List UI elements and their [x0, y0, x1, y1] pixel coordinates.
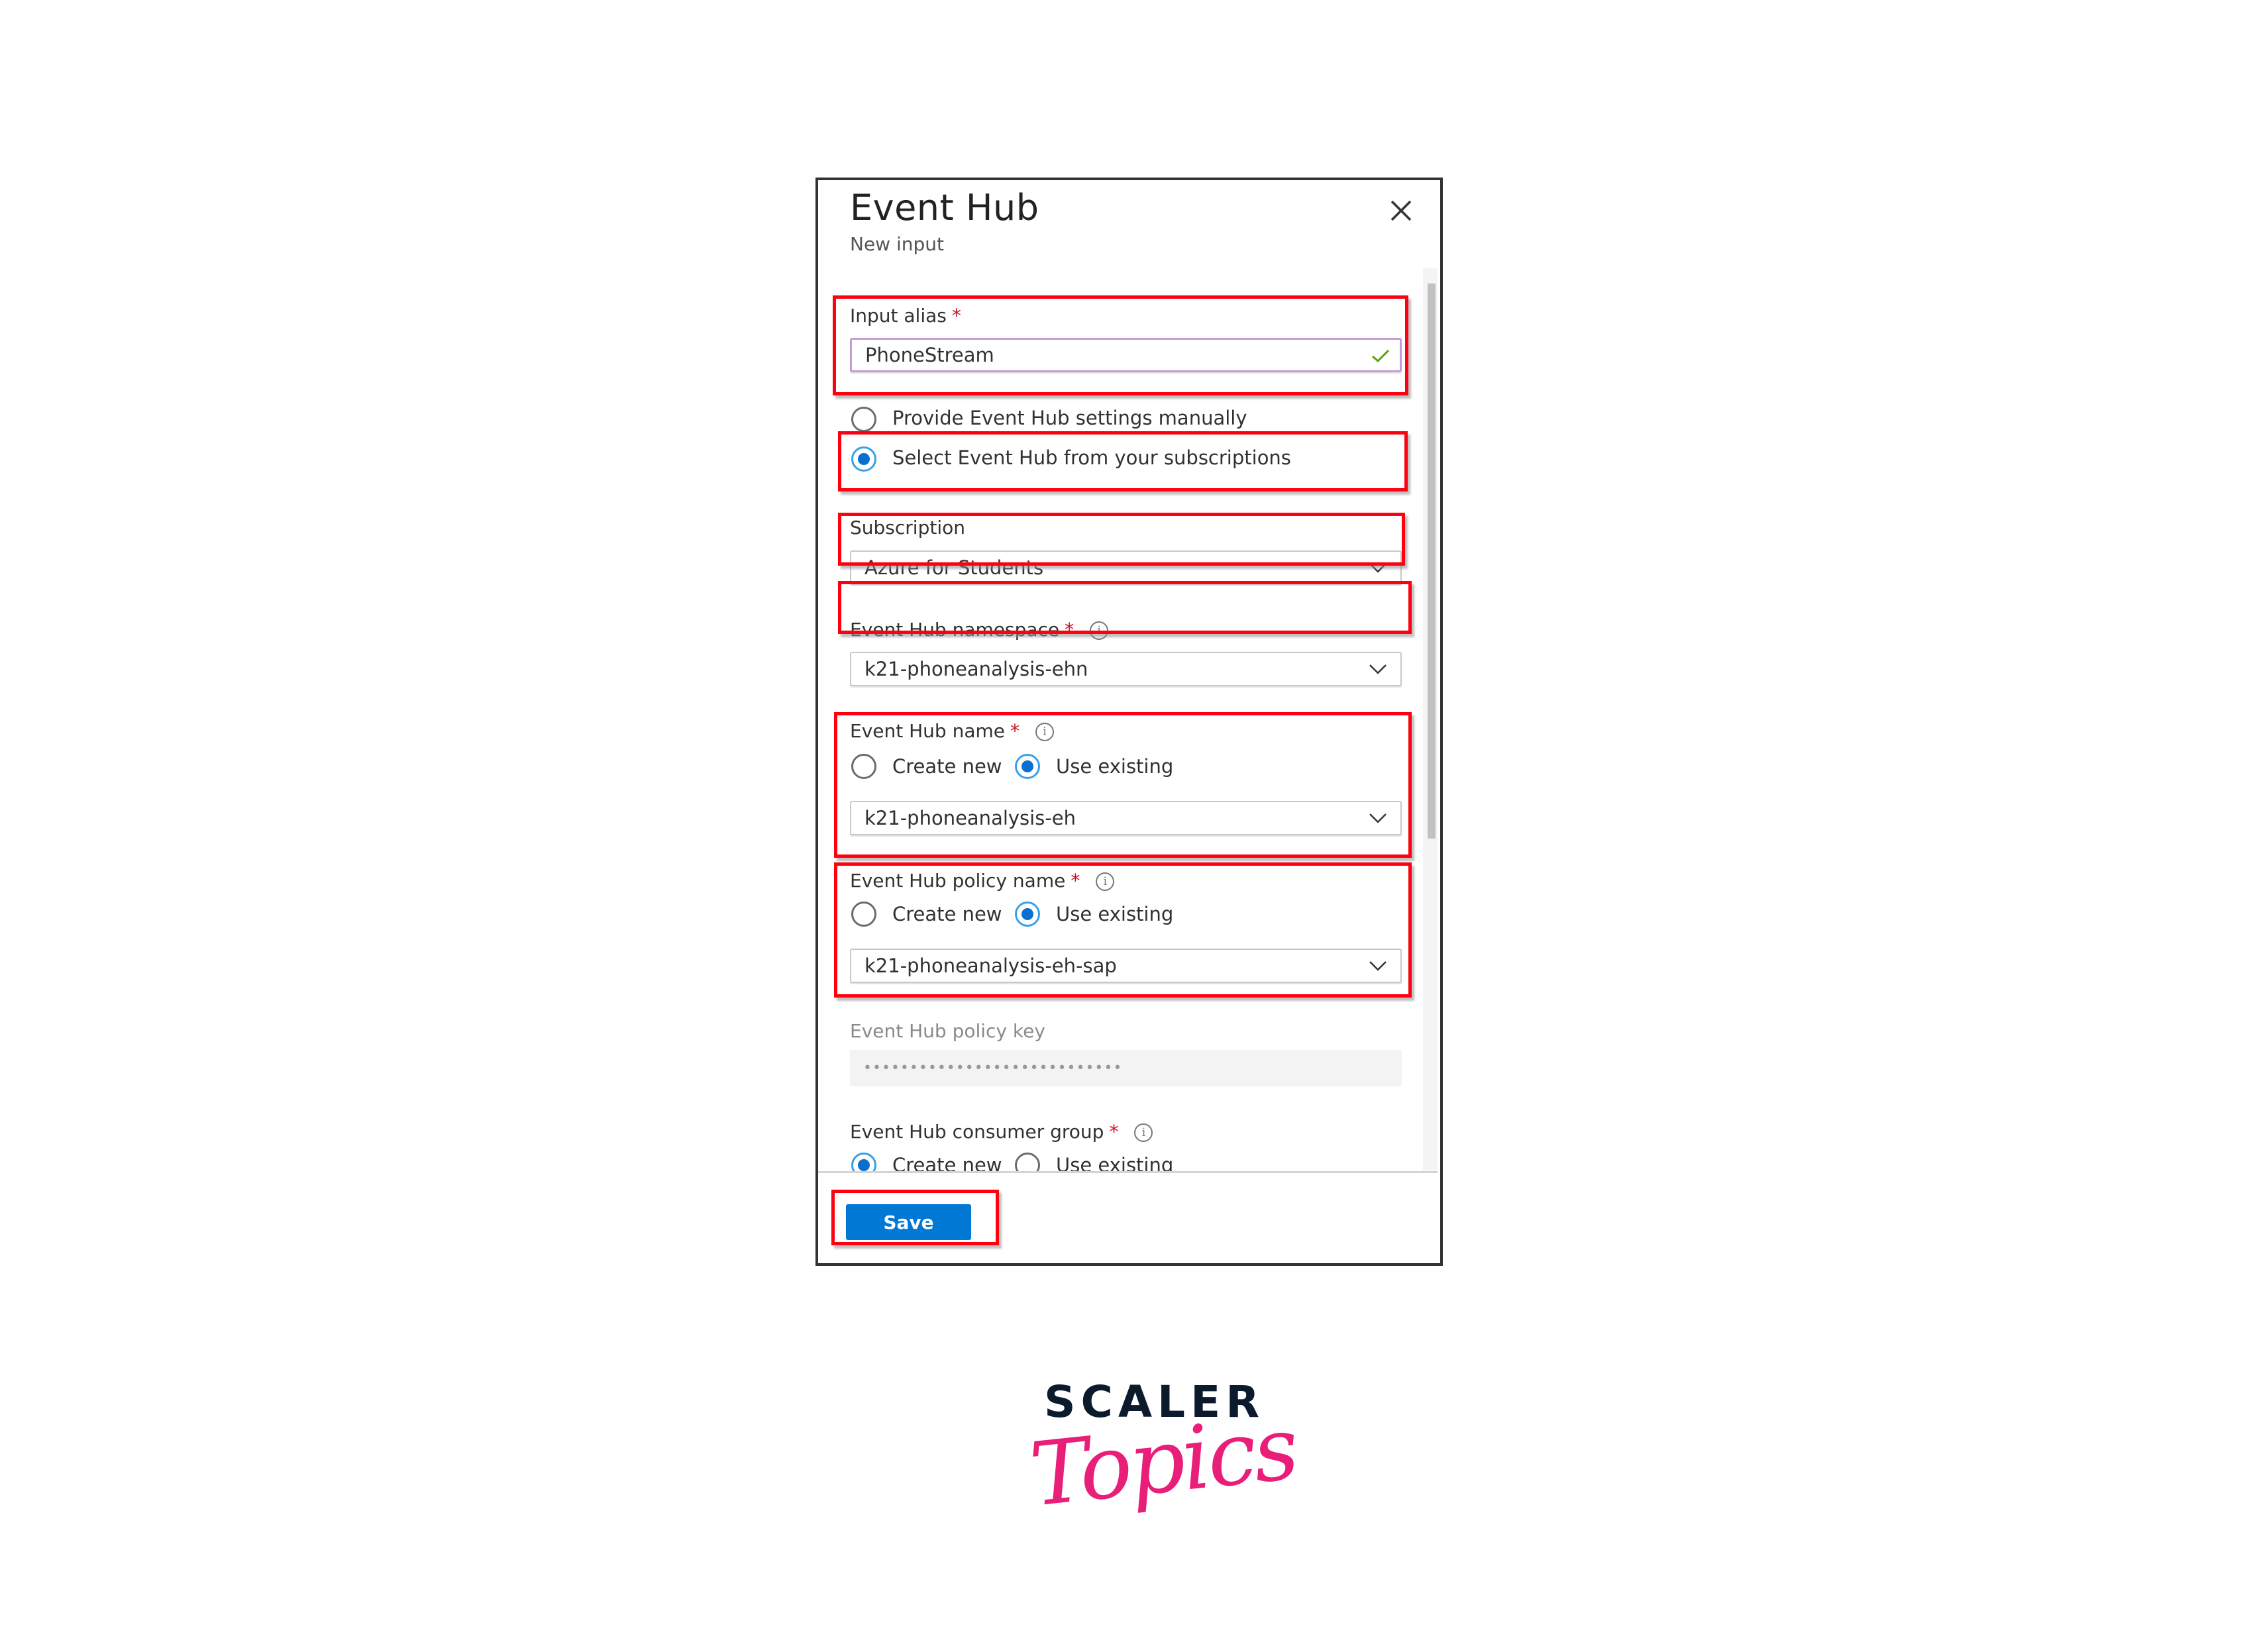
- highlight-box-save: [831, 1190, 999, 1245]
- highlight-box-policy-name: [834, 862, 1412, 998]
- highlight-box-alias: [833, 295, 1408, 395]
- highlight-box-namespace: [838, 581, 1412, 634]
- namespace-value: k21-phoneanalysis-ehn: [865, 658, 1088, 680]
- consumer-group-use-existing-label: Use existing: [1056, 1154, 1174, 1171]
- namespace-dropdown[interactable]: k21-phoneanalysis-ehn: [850, 652, 1402, 686]
- consumer-group-create-new-label: Create new: [892, 1154, 1002, 1171]
- consumer-group-radio-use-existing[interactable]: [1015, 1153, 1040, 1171]
- policy-key-label: Event Hub policy key: [850, 1020, 1045, 1042]
- policy-key-field: ••••••••••••••••••••••••••••: [850, 1050, 1402, 1086]
- highlight-box-hub-name: [834, 712, 1412, 858]
- scrollbar-thumb[interactable]: [1428, 284, 1436, 839]
- consumer-group-radio-create-new[interactable]: [851, 1153, 876, 1171]
- consumer-group-options: Create new Use existing: [818, 1126, 1421, 1171]
- radio-manual[interactable]: [851, 407, 876, 432]
- chevron-down-icon: [1369, 664, 1387, 674]
- radio-manual-label: Provide Event Hub settings manually: [892, 407, 1247, 429]
- highlight-box-subscription: [838, 513, 1405, 566]
- panel-subtitle: New input: [850, 233, 944, 255]
- panel-title: Event Hub: [850, 187, 1039, 229]
- close-icon: [1390, 200, 1412, 221]
- highlight-box-source: [838, 431, 1408, 491]
- close-button[interactable]: [1387, 196, 1416, 225]
- footer-divider: [818, 1171, 1438, 1173]
